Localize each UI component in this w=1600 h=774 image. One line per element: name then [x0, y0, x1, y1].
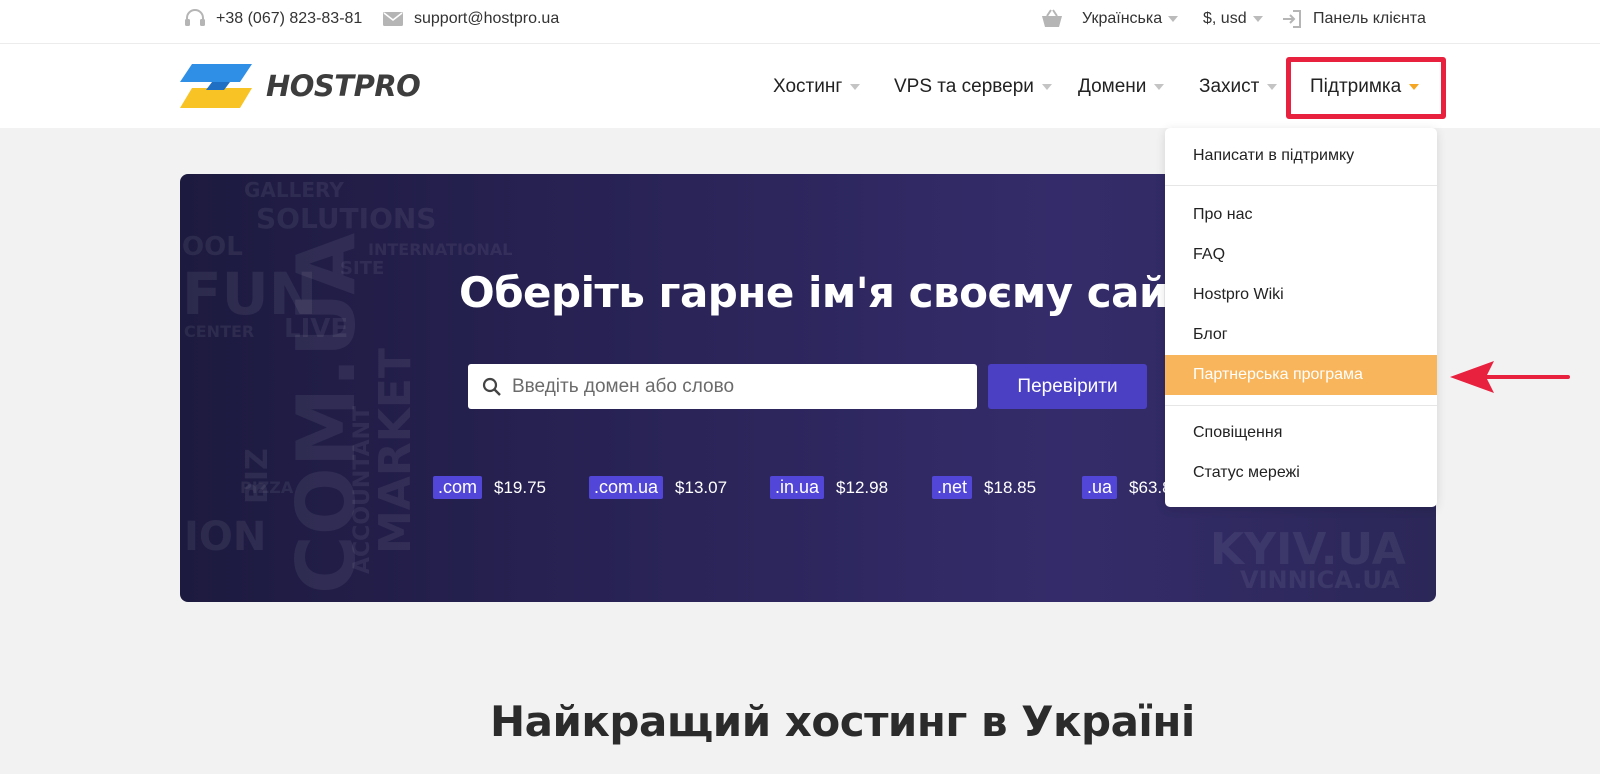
bg-word: MARKET [370, 348, 421, 554]
domain-zone: .com [433, 476, 483, 499]
domain-price: $13.07 [675, 477, 728, 497]
client-panel-link[interactable]: Панель клієнта [1281, 0, 1426, 37]
nav-hosting[interactable]: Хостинг [773, 70, 861, 104]
nav-domains-label: Домени [1078, 76, 1147, 97]
menu-item-wiki[interactable]: Hostpro Wiki [1165, 275, 1437, 315]
logo-text: HOSTPRO [266, 69, 421, 103]
price-item[interactable]: .ua $63.8 [1082, 476, 1172, 499]
nav-vps[interactable]: VPS та сервери [894, 70, 1052, 104]
menu-item-about[interactable]: Про нас [1165, 195, 1437, 235]
envelope-icon [383, 11, 403, 26]
domain-price: $12.98 [836, 477, 889, 497]
menu-item-blog[interactable]: Блог [1165, 315, 1437, 355]
bg-word: LIVE [284, 314, 349, 344]
price-item[interactable]: .com.ua $13.07 [589, 476, 727, 499]
chevron-down-icon [1267, 84, 1278, 90]
bg-word: GALLERY [244, 178, 344, 202]
menu-item-notifications[interactable]: Сповіщення [1165, 413, 1437, 453]
top-bar: +38 (067) 823-83-81 support@hostpro.ua У… [0, 0, 1600, 44]
hero-title: Оберіть гарне ім'я своєму сайту [459, 268, 1219, 317]
nav-support[interactable]: Підтримка [1310, 70, 1420, 104]
bg-word: VINNICA.UA [1240, 566, 1400, 594]
bg-word: ACCOUNTANT [350, 405, 375, 574]
chevron-down-icon [1041, 84, 1052, 90]
price-item[interactable]: .com $19.75 [433, 476, 546, 499]
bg-word: SITE [340, 258, 385, 279]
domain-zone: .in.ua [770, 476, 825, 499]
headset-icon [185, 8, 205, 26]
email-link[interactable]: support@hostpro.ua [382, 0, 559, 37]
nav-support-label: Підтримка [1310, 76, 1402, 97]
domain-zone: .ua [1082, 476, 1118, 499]
currency-select[interactable]: $, usd [1203, 0, 1263, 37]
check-domain-button[interactable]: Перевірити [988, 364, 1147, 409]
chevron-down-icon [1252, 15, 1263, 22]
domain-search-input[interactable] [512, 375, 952, 398]
menu-item-faq[interactable]: FAQ [1165, 235, 1437, 275]
domain-zone: .net [932, 476, 973, 499]
nav-hosting-label: Хостинг [773, 76, 843, 97]
cart-button[interactable] [1040, 0, 1074, 37]
logo[interactable]: HOSTPRO [178, 62, 421, 110]
client-panel-label: Панель клієнта [1313, 9, 1426, 27]
price-item[interactable]: .net $18.85 [932, 476, 1036, 499]
bg-word: SOLUTIONS [256, 202, 437, 235]
support-dropdown-menu: Написати в підтримку Про нас FAQ Hostpro… [1165, 128, 1437, 507]
bg-word: CENTER [184, 322, 255, 341]
menu-divider [1165, 185, 1437, 186]
basket-icon [1042, 8, 1062, 27]
domain-search-field[interactable] [468, 364, 977, 409]
language-label: Українська [1082, 9, 1163, 27]
menu-divider [1165, 405, 1437, 406]
section-title: Найкращий хостинг в Україні [490, 697, 1195, 746]
menu-item-partner-program[interactable]: Партнерська програма [1165, 355, 1437, 395]
nav-domains[interactable]: Домени [1078, 70, 1165, 104]
domain-price: $18.85 [984, 477, 1037, 497]
chevron-down-icon [850, 84, 861, 90]
chevron-down-icon [1154, 84, 1165, 90]
bg-word: PIZZA [240, 478, 294, 497]
annotation-arrow-icon [1450, 361, 1570, 393]
language-select[interactable]: Українська [1082, 0, 1179, 37]
bg-word: ION [184, 514, 267, 560]
menu-item-write-support[interactable]: Написати в підтримку [1165, 136, 1437, 176]
nav-protection[interactable]: Захист [1199, 70, 1278, 104]
nav-vps-label: VPS та сервери [894, 76, 1034, 97]
phone-link[interactable]: +38 (067) 823-83-81 [184, 0, 362, 37]
nav-protection-label: Захист [1199, 76, 1260, 97]
email-address: support@hostpro.ua [414, 9, 560, 27]
chevron-down-icon [1168, 15, 1179, 22]
price-item[interactable]: .in.ua $12.98 [770, 476, 888, 499]
chevron-down-icon [1409, 84, 1420, 90]
hostpro-logo-icon [180, 64, 252, 108]
login-icon [1283, 9, 1301, 28]
currency-label: $, usd [1203, 9, 1247, 27]
domain-zone: .com.ua [589, 476, 664, 499]
search-icon [482, 377, 501, 396]
bg-word: INTERNATIONAL [368, 240, 513, 259]
bg-word: OOL [182, 232, 243, 262]
menu-item-network-status[interactable]: Статус мережі [1165, 453, 1437, 493]
domain-price: $19.75 [494, 477, 547, 497]
phone-number: +38 (067) 823-83-81 [216, 9, 363, 27]
